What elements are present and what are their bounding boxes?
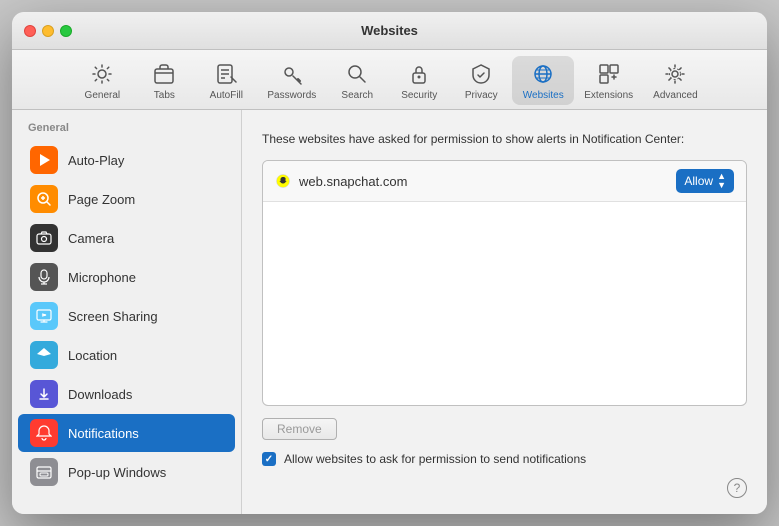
camera-icon [30,224,58,252]
downloads-icon [30,380,58,408]
window-title: Websites [361,23,418,38]
sidebar-item-label-microphone: Microphone [68,270,136,285]
remove-button-row: Remove [262,418,747,440]
toolbar: General Tabs Aut [12,50,767,110]
toolbar-label-security: Security [401,90,437,101]
tabs-icon [150,60,178,88]
website-list: web.snapchat.com Allow ▲▼ [262,160,747,406]
autofill-icon [212,60,240,88]
privacy-icon [467,60,495,88]
description-text: These websites have asked for permission… [262,130,747,148]
permission-select[interactable]: Allow ▲▼ [676,169,734,193]
traffic-lights [24,25,72,37]
checkmark-icon: ✓ [265,454,273,465]
checkbox-label: Allow websites to ask for permission to … [284,452,586,466]
website-name: web.snapchat.com [299,174,668,189]
select-arrows-icon: ▲▼ [717,172,726,190]
general-icon [88,60,116,88]
sidebar-item-label-pagezoom: Page Zoom [68,192,135,207]
toolbar-item-extensions[interactable]: Extensions [574,56,643,105]
notifications-icon [30,419,58,447]
help-button[interactable]: ? [727,478,747,498]
websites-icon [529,60,557,88]
sidebar-item-label-notifications: Notifications [68,426,139,441]
security-icon [405,60,433,88]
sidebar-item-location[interactable]: Location [18,336,235,374]
toolbar-label-autofill: AutoFill [210,90,243,101]
popup-icon [30,458,58,486]
search-icon [343,60,371,88]
toolbar-item-privacy[interactable]: Privacy [450,56,512,105]
content-area: General Auto-Play [12,110,767,514]
sidebar-section-label: General [12,118,241,140]
toolbar-item-websites[interactable]: Websites [512,56,574,105]
toolbar-label-privacy: Privacy [465,90,498,101]
sidebar-item-label-downloads: Downloads [68,387,132,402]
sidebar-item-screensharing[interactable]: Screen Sharing [18,297,235,335]
sidebar-item-pagezoom[interactable]: Page Zoom [18,180,235,218]
allow-notifications-checkbox[interactable]: ✓ [262,452,276,466]
sidebar-item-label-autoplay: Auto-Play [68,153,124,168]
remove-button[interactable]: Remove [262,418,337,440]
sidebar-item-label-popup: Pop-up Windows [68,465,166,480]
toolbar-label-websites: Websites [523,90,564,101]
autoplay-icon [30,146,58,174]
screensharing-icon [30,302,58,330]
toolbar-label-passwords: Passwords [267,90,316,101]
bottom-row: ? [262,478,747,498]
toolbar-item-advanced[interactable]: Advanced [643,56,707,105]
location-icon [30,341,58,369]
sidebar-item-label-location: Location [68,348,117,363]
pagezoom-icon [30,185,58,213]
passwords-icon [278,60,306,88]
extensions-icon [595,60,623,88]
toolbar-item-tabs[interactable]: Tabs [133,56,195,105]
microphone-icon [30,263,58,291]
sidebar-item-label-screensharing: Screen Sharing [68,309,158,324]
toolbar-item-security[interactable]: Security [388,56,450,105]
sidebar-item-autoplay[interactable]: Auto-Play [18,141,235,179]
titlebar: Websites [12,12,767,50]
toolbar-label-tabs: Tabs [154,90,175,101]
close-button[interactable] [24,25,36,37]
sidebar: General Auto-Play [12,110,242,514]
website-row: web.snapchat.com Allow ▲▼ [263,161,746,202]
sidebar-item-camera[interactable]: Camera [18,219,235,257]
toolbar-label-extensions: Extensions [584,90,633,101]
checkbox-row: ✓ Allow websites to ask for permission t… [262,452,747,466]
main-panel: These websites have asked for permission… [242,110,767,514]
toolbar-item-passwords[interactable]: Passwords [257,56,326,105]
sidebar-item-downloads[interactable]: Downloads [18,375,235,413]
main-window: Websites General Tabs [12,12,767,514]
sidebar-item-notifications[interactable]: Notifications [18,414,235,452]
sidebar-item-popup[interactable]: Pop-up Windows [18,453,235,491]
toolbar-label-general: General [85,90,121,101]
toolbar-label-advanced: Advanced [653,90,697,101]
advanced-icon [661,60,689,88]
snapchat-icon [275,173,291,189]
maximize-button[interactable] [60,25,72,37]
toolbar-item-autofill[interactable]: AutoFill [195,56,257,105]
minimize-button[interactable] [42,25,54,37]
sidebar-item-microphone[interactable]: Microphone [18,258,235,296]
toolbar-item-search[interactable]: Search [326,56,388,105]
permission-label: Allow [684,174,713,188]
sidebar-item-label-camera: Camera [68,231,114,246]
toolbar-item-general[interactable]: General [71,56,133,105]
toolbar-label-search: Search [341,90,373,101]
